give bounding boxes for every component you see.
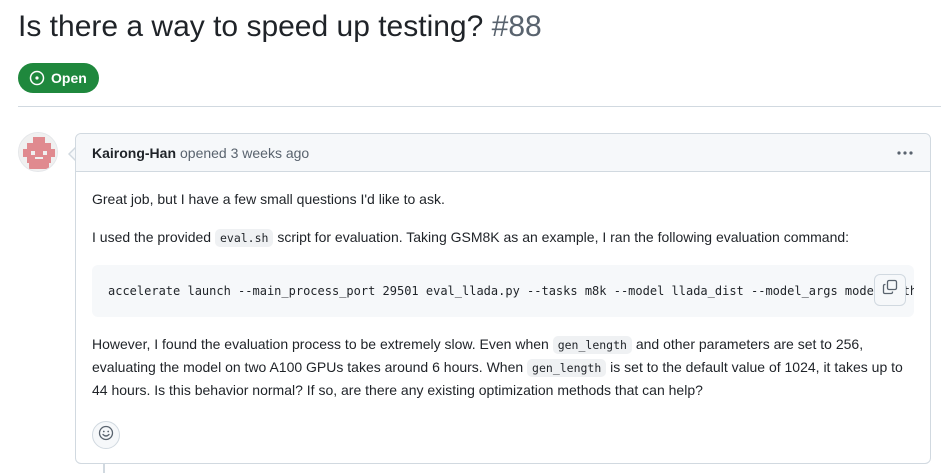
comment-body: Great job, but I have a few small questi… xyxy=(76,172,930,433)
comment-header: Kairong-Han opened 3 weeks ago xyxy=(76,134,930,172)
identicon-avatar-icon xyxy=(19,133,57,171)
inline-code: eval.sh xyxy=(214,229,274,247)
code-block-text[interactable]: accelerate launch --main_process_port 29… xyxy=(92,265,914,317)
issue-title: Is there a way to speed up testing? xyxy=(18,10,484,43)
issue-opened-icon xyxy=(29,70,45,86)
status-badge: Open xyxy=(18,63,99,93)
issue-comment: Kairong-Han opened 3 weeks ago Great job… xyxy=(75,133,931,464)
kebab-horizontal-icon[interactable] xyxy=(896,143,914,163)
copy-icon xyxy=(882,279,898,301)
comment-paragraph-3: However, I found the evaluation process … xyxy=(92,333,914,401)
smiley-icon xyxy=(98,425,114,446)
comment-paragraph-2: I used the provided eval.sh script for e… xyxy=(92,226,914,249)
comment-meta[interactable]: opened 3 weeks ago xyxy=(180,145,309,161)
copy-button[interactable] xyxy=(874,274,906,306)
comment-author[interactable]: Kairong-Han xyxy=(92,145,176,161)
text-segment: However, I found the evaluation process … xyxy=(92,336,553,352)
header-divider xyxy=(18,106,941,107)
timeline-line xyxy=(103,464,105,473)
issue-number[interactable]: #88 xyxy=(492,10,542,43)
comment-paragraph-1: Great job, but I have a few small questi… xyxy=(92,191,445,207)
issue-title-row: Is there a way to speed up testing? #88 xyxy=(18,8,542,46)
inline-code: gen_length xyxy=(552,336,632,354)
add-reaction-button[interactable] xyxy=(92,421,120,449)
text-segment: script for evaluation. Taking GSM8K as a… xyxy=(273,229,850,245)
avatar[interactable] xyxy=(18,132,58,172)
code-block: accelerate launch --main_process_port 29… xyxy=(92,265,914,317)
text-segment: I used the provided xyxy=(92,229,215,245)
status-label: Open xyxy=(51,70,87,86)
inline-code: gen_length xyxy=(527,359,607,377)
